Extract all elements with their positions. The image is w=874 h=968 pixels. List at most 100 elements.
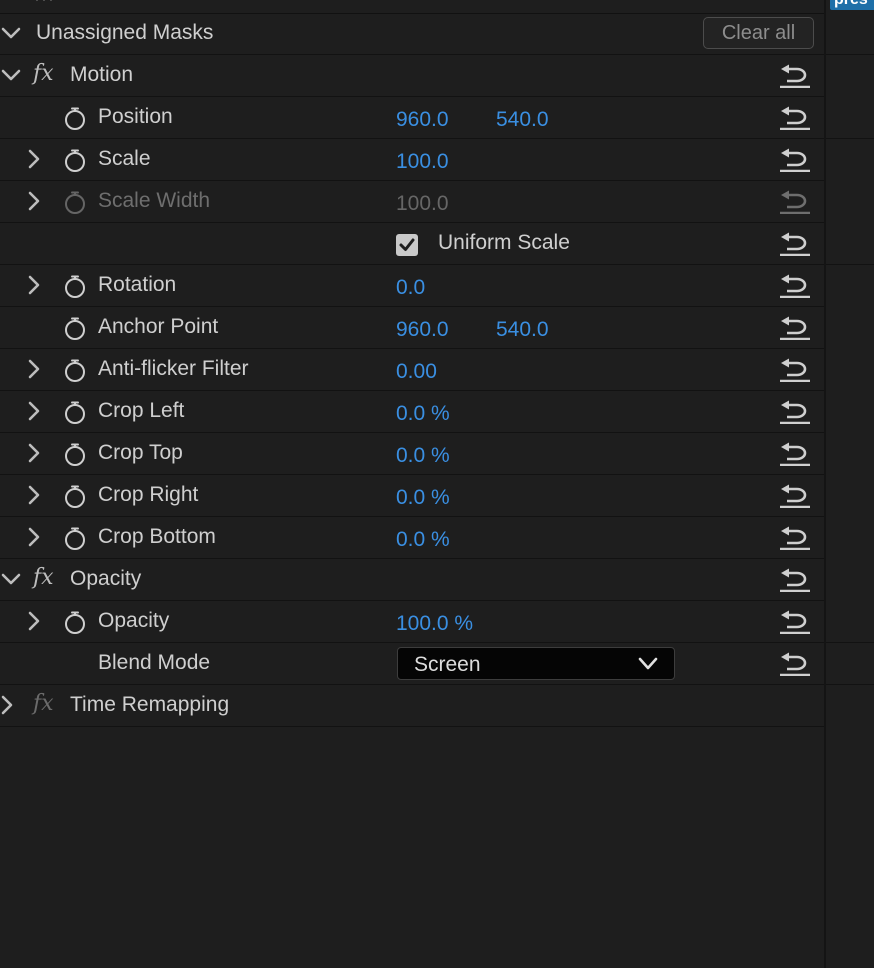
chevron-down-icon[interactable]	[1, 23, 21, 43]
uniform-scale-checkbox[interactable]	[396, 234, 418, 256]
property-row-blend-mode: Blend Mode Screen	[0, 643, 824, 685]
stopwatch-icon[interactable]	[63, 316, 87, 340]
chevron-right-icon[interactable]	[24, 275, 44, 295]
chevron-right-icon[interactable]	[24, 401, 44, 421]
right-row-line	[826, 54, 874, 55]
top-strip-overflow-text: ···	[34, 0, 55, 10]
property-row-crop-right: Crop Right 0.0 %	[0, 475, 824, 517]
reset-icon[interactable]	[778, 484, 812, 508]
checkmark-icon	[399, 238, 415, 251]
reset-icon[interactable]	[778, 106, 812, 130]
property-row-uniform-scale: Uniform Scale	[0, 223, 824, 265]
fx-icon[interactable]: fx	[33, 565, 54, 590]
reset-icon[interactable]	[778, 442, 812, 466]
effect-controls-list: Unassigned Masks Clear all fx Motion Pos…	[0, 13, 824, 727]
anchor-y-value[interactable]: 540.0	[496, 318, 549, 342]
property-row-crop-top: Crop Top 0.0 %	[0, 433, 824, 475]
stopwatch-icon	[63, 190, 87, 214]
property-label: Rotation	[98, 273, 177, 296]
motion-effect-header[interactable]: fx Motion	[0, 55, 824, 97]
chevron-down-icon[interactable]	[1, 65, 21, 85]
reset-icon[interactable]	[778, 610, 812, 634]
crop-bottom-value[interactable]: 0.0 %	[396, 528, 450, 552]
reset-icon[interactable]	[778, 274, 812, 298]
opacity-effect-header[interactable]: fx Opacity	[0, 559, 824, 601]
stopwatch-icon[interactable]	[63, 442, 87, 466]
chevron-right-icon[interactable]	[24, 359, 44, 379]
stopwatch-icon[interactable]	[63, 526, 87, 550]
property-row-position: Position 960.0 540.0	[0, 97, 824, 139]
chevron-down-icon[interactable]	[1, 569, 21, 589]
property-label: Crop Left	[98, 399, 185, 422]
program-monitor-tab-label: pres	[834, 0, 868, 9]
reset-icon[interactable]	[778, 232, 812, 256]
reset-icon[interactable]	[778, 148, 812, 172]
chevron-right-icon[interactable]	[24, 443, 44, 463]
stopwatch-icon[interactable]	[63, 610, 87, 634]
stopwatch-icon[interactable]	[63, 274, 87, 298]
anti-flicker-value[interactable]: 0.00	[396, 360, 437, 384]
right-panel: pres	[826, 0, 874, 968]
reset-icon[interactable]	[778, 400, 812, 424]
reset-icon[interactable]	[778, 652, 812, 676]
property-label: Crop Top	[98, 441, 183, 464]
chevron-right-icon[interactable]	[24, 485, 44, 505]
blend-mode-select[interactable]: Screen	[397, 647, 675, 680]
property-row-rotation: Rotation 0.0	[0, 265, 824, 307]
uniform-scale-label: Uniform Scale	[438, 231, 570, 254]
time-remapping-effect-header[interactable]: fx Time Remapping	[0, 685, 824, 727]
right-row-line	[826, 138, 874, 139]
property-label: Crop Right	[98, 483, 199, 506]
program-monitor-tab[interactable]: pres	[830, 0, 874, 10]
reset-icon[interactable]	[778, 316, 812, 340]
property-label: Anchor Point	[98, 315, 219, 338]
reset-icon[interactable]	[778, 526, 812, 550]
fx-icon[interactable]: fx	[33, 61, 54, 86]
chevron-right-icon[interactable]	[24, 527, 44, 547]
opacity-effect-label: Opacity	[70, 567, 142, 590]
crop-top-value[interactable]: 0.0 %	[396, 444, 450, 468]
scale-value[interactable]: 100.0	[396, 150, 449, 174]
opacity-value[interactable]: 100.0 %	[396, 612, 473, 636]
stopwatch-icon[interactable]	[63, 358, 87, 382]
reset-icon[interactable]	[778, 568, 812, 592]
unassigned-masks-label: Unassigned Masks	[36, 21, 214, 44]
chevron-right-icon[interactable]	[0, 695, 17, 715]
property-row-crop-bottom: Crop Bottom 0.0 %	[0, 517, 824, 559]
reset-icon[interactable]	[778, 358, 812, 382]
property-label: Scale	[98, 147, 151, 170]
reset-icon	[778, 190, 812, 214]
reset-icon[interactable]	[778, 64, 812, 88]
anchor-x-value[interactable]: 960.0	[396, 318, 449, 342]
fx-icon: fx	[33, 691, 54, 716]
position-x-value[interactable]: 960.0	[396, 108, 449, 132]
chevron-down-icon	[638, 657, 658, 670]
stopwatch-icon[interactable]	[63, 400, 87, 424]
property-row-anchor-point: Anchor Point 960.0 540.0	[0, 307, 824, 349]
property-label: Scale Width	[98, 189, 211, 212]
chevron-right-icon[interactable]	[24, 191, 44, 211]
stopwatch-icon[interactable]	[63, 484, 87, 508]
crop-right-value[interactable]: 0.0 %	[396, 486, 450, 510]
rotation-value[interactable]: 0.0	[396, 276, 425, 300]
chevron-right-icon[interactable]	[24, 149, 44, 169]
right-row-line	[826, 264, 874, 265]
property-row-scale: Scale 100.0	[0, 139, 824, 181]
property-label: Blend Mode	[98, 651, 211, 674]
time-remapping-label: Time Remapping	[70, 693, 230, 716]
unassigned-masks-row: Unassigned Masks Clear all	[0, 13, 824, 55]
chevron-right-icon[interactable]	[24, 611, 44, 631]
blend-mode-selected-value: Screen	[414, 653, 481, 676]
property-row-scale-width: Scale Width 100.0	[0, 181, 824, 223]
crop-left-value[interactable]: 0.0 %	[396, 402, 450, 426]
position-y-value[interactable]: 540.0	[496, 108, 549, 132]
property-row-anti-flicker: Anti-flicker Filter 0.00	[0, 349, 824, 391]
property-label: Crop Bottom	[98, 525, 216, 548]
stopwatch-icon[interactable]	[63, 106, 87, 130]
right-row-line	[826, 684, 874, 685]
right-row-line	[826, 642, 874, 643]
property-row-crop-left: Crop Left 0.0 %	[0, 391, 824, 433]
clear-all-button[interactable]: Clear all	[703, 17, 814, 49]
property-label: Anti-flicker Filter	[98, 357, 249, 380]
stopwatch-icon[interactable]	[63, 148, 87, 172]
